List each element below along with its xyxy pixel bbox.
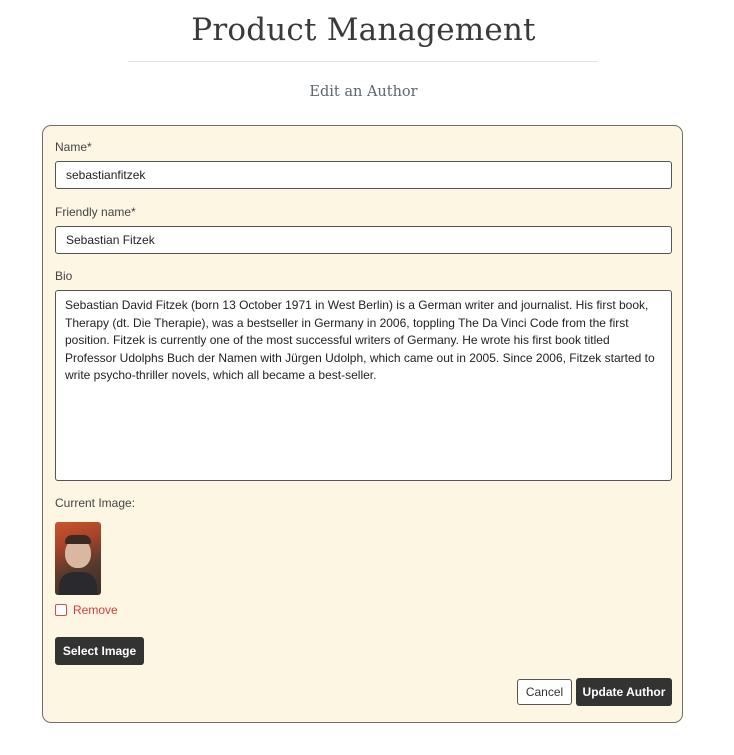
bio-label: Bio xyxy=(55,269,73,283)
remove-label[interactable]: Remove xyxy=(73,603,118,617)
friendly-name-input[interactable] xyxy=(55,226,672,254)
remove-checkbox[interactable] xyxy=(55,604,67,616)
name-label: Name* xyxy=(55,140,92,154)
name-input[interactable] xyxy=(55,161,672,189)
author-avatar xyxy=(55,522,101,595)
page-subtitle: Edit an Author xyxy=(309,84,418,100)
bio-textarea[interactable]: Sebastian David Fitzek (born 13 October … xyxy=(55,290,672,481)
friendly-name-label: Friendly name* xyxy=(55,205,136,219)
cancel-button[interactable]: Cancel xyxy=(517,679,572,705)
page-title: Product Management xyxy=(191,12,536,48)
remove-image-row[interactable]: Remove xyxy=(55,603,118,617)
title-divider xyxy=(128,61,598,62)
avatar-shirt xyxy=(59,572,97,595)
update-author-button[interactable]: Update Author xyxy=(576,678,672,706)
select-image-button[interactable]: Select Image xyxy=(55,637,144,665)
current-image-label: Current Image: xyxy=(55,496,136,510)
edit-author-form: Name* Friendly name* Bio Sebastian David… xyxy=(42,125,683,723)
avatar-hair xyxy=(65,535,91,544)
